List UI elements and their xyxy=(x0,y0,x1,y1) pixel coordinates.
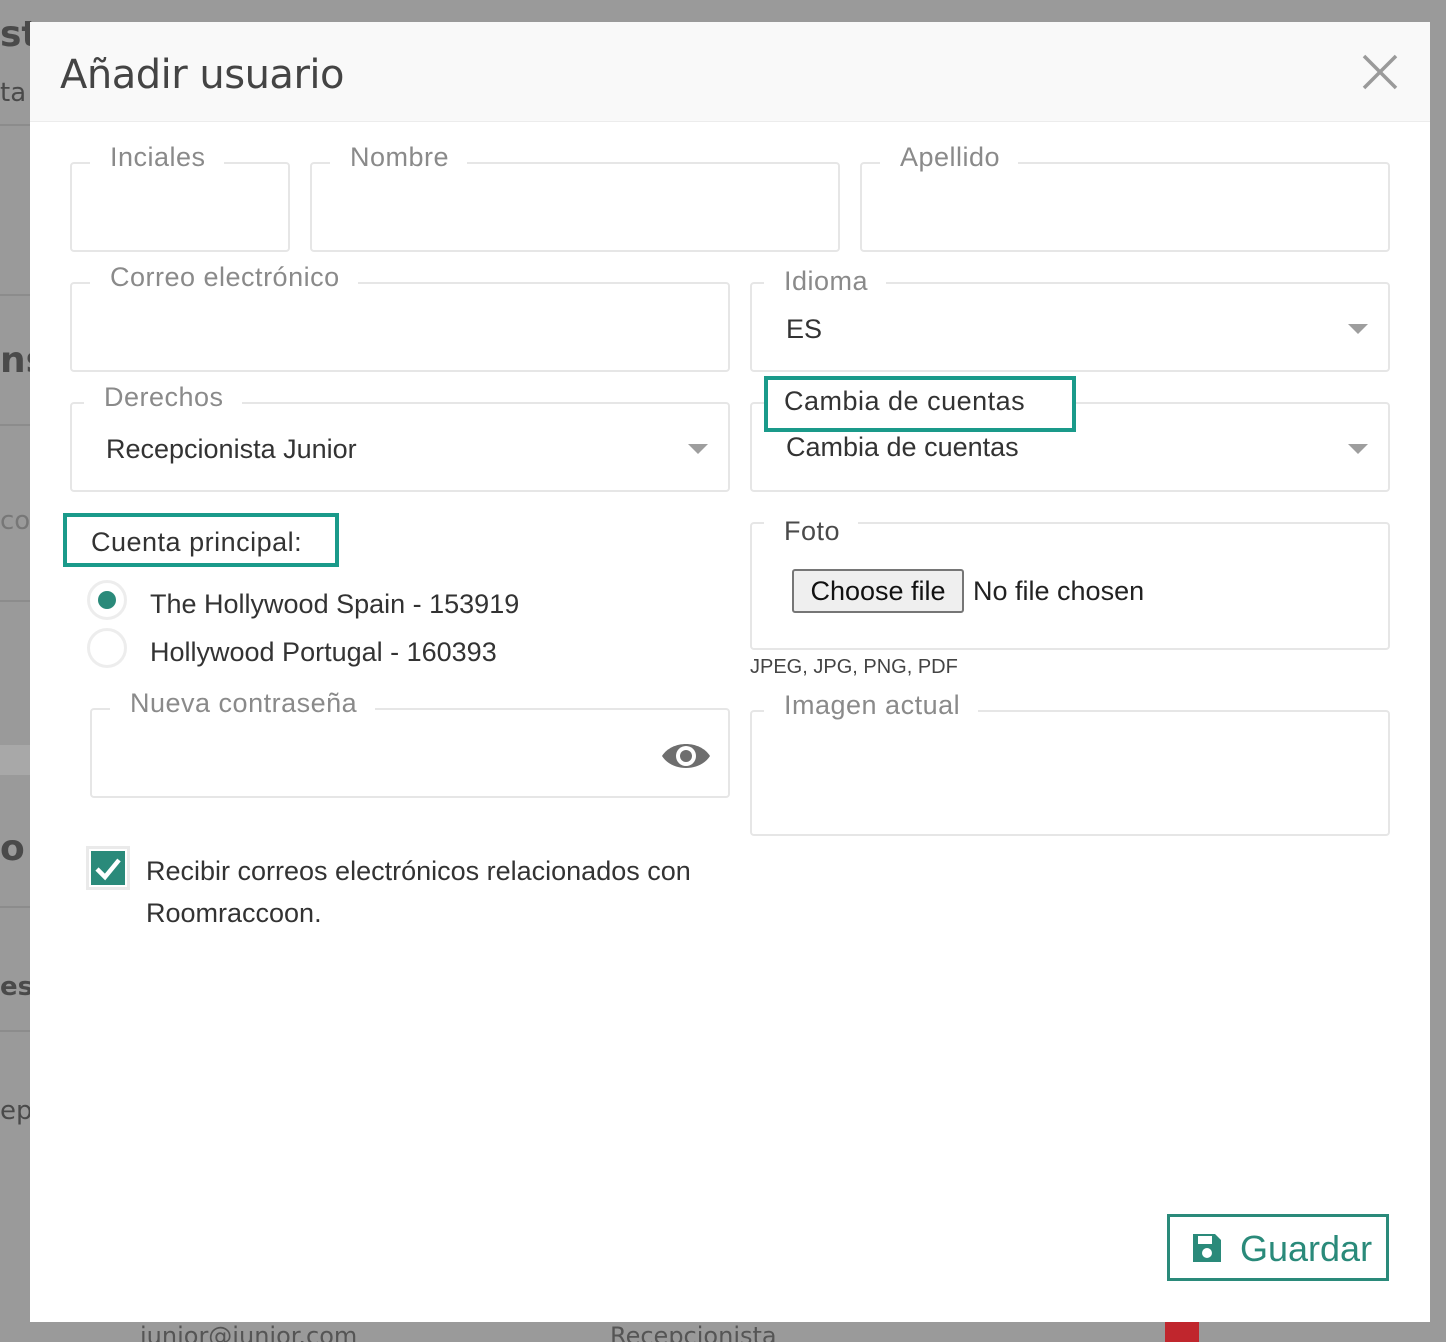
checkbox-checked xyxy=(91,851,125,885)
email-opt-in-label: Recibir correos electrónicos relacionado… xyxy=(146,856,691,928)
new-password-label: Nueva contraseña xyxy=(110,688,376,719)
rights-value: Recepcionista Junior xyxy=(106,434,357,464)
photo-label: Foto xyxy=(764,516,859,547)
eye-icon[interactable] xyxy=(660,738,712,779)
radio-main-account-portugal[interactable] xyxy=(87,628,127,668)
last-name-label: Apellido xyxy=(880,142,1019,173)
current-image-label: Imagen actual xyxy=(764,690,979,721)
radio-label-portugal: Hollywood Portugal - 160393 xyxy=(150,637,497,667)
first-name-field[interactable]: Nombre xyxy=(310,142,840,252)
radio-selected-dot xyxy=(98,591,116,609)
chevron-down-icon xyxy=(1348,444,1368,454)
email-field[interactable]: Correo electrónico xyxy=(70,262,730,372)
photo-field: Foto Choose file No file chosen xyxy=(750,516,1390,650)
close-icon[interactable] xyxy=(1360,52,1400,92)
rights-select[interactable]: Derechos Recepcionista Junior xyxy=(70,382,730,492)
email-label: Correo electrónico xyxy=(90,262,358,293)
choose-file-button[interactable]: Choose file xyxy=(792,569,964,613)
close-icon xyxy=(1362,54,1398,90)
switch-accounts-label: Cambia de cuentas xyxy=(764,376,1076,432)
bg-divider xyxy=(0,745,30,775)
save-button[interactable]: Guardar xyxy=(1167,1214,1389,1281)
language-select[interactable]: Idioma ES xyxy=(750,266,1390,372)
radio-main-account-spain[interactable] xyxy=(87,580,127,620)
last-name-field[interactable]: Apellido xyxy=(860,142,1390,252)
eye-icon xyxy=(662,744,710,768)
bg-divider xyxy=(0,424,30,426)
bg-text: ta xyxy=(0,78,27,108)
modal-header: Añadir usuario xyxy=(30,22,1430,122)
current-image-field: Imagen actual xyxy=(750,690,1390,836)
bg-text: junior@junior.com xyxy=(140,1322,358,1342)
first-name-label: Nombre xyxy=(330,142,468,173)
initials-label: Inciales xyxy=(90,142,224,173)
save-button-label: Guardar xyxy=(1240,1228,1373,1269)
initials-field[interactable]: Inciales xyxy=(70,142,290,252)
bg-divider xyxy=(0,906,30,908)
floppy-disk-icon xyxy=(1193,1234,1221,1262)
file-status: No file chosen xyxy=(973,576,1145,606)
floppy-disk-icon xyxy=(1190,1231,1224,1274)
language-label: Idioma xyxy=(764,266,887,297)
checkmark-icon xyxy=(95,858,121,881)
bg-delete-icon xyxy=(1165,1322,1199,1342)
radio-label-spain: The Hollywood Spain - 153919 xyxy=(150,589,520,619)
modal-title: Añadir usuario xyxy=(60,52,344,98)
bg-divider xyxy=(0,1030,30,1032)
add-user-modal: Añadir usuario Inciales Nombre Apellido … xyxy=(30,22,1430,1322)
bg-text: co xyxy=(0,506,31,536)
photo-format-hint: JPEG, JPG, PNG, PDF xyxy=(750,656,958,678)
email-opt-in-checkbox[interactable] xyxy=(86,846,130,890)
bg-divider xyxy=(0,600,30,602)
main-account-label: Cuenta principal: xyxy=(63,513,339,567)
language-value: ES xyxy=(786,314,823,344)
bg-text: Recepcionista xyxy=(610,1322,777,1342)
new-password-field[interactable]: Nueva contraseña xyxy=(90,688,730,798)
rights-label: Derechos xyxy=(84,382,242,413)
switch-accounts-value: Cambia de cuentas xyxy=(786,432,1019,462)
chevron-down-icon xyxy=(688,444,708,454)
chevron-down-icon xyxy=(1348,324,1368,334)
bg-divider xyxy=(0,294,30,296)
bg-divider xyxy=(0,124,30,126)
